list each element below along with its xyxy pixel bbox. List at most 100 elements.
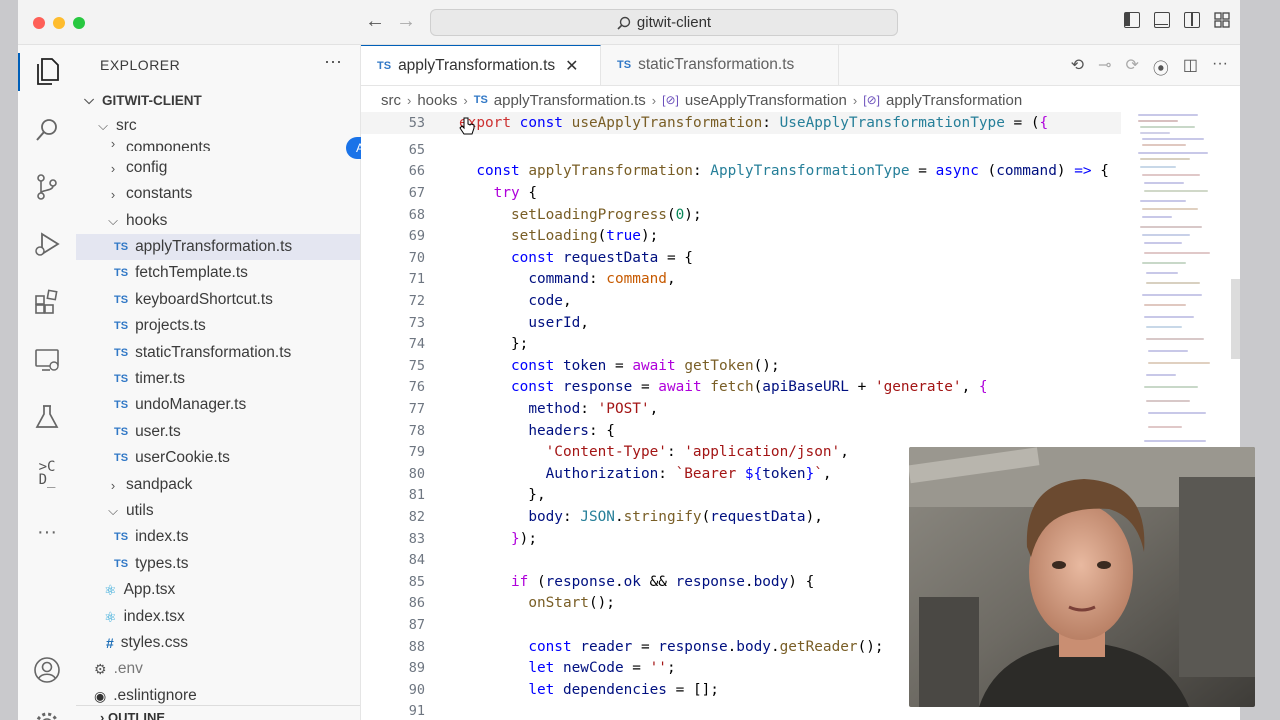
code-line[interactable]: 86 onStart (); — [361, 593, 615, 615]
breadcrumb-item[interactable]: applyTransformation.ts — [494, 92, 646, 109]
folder-components[interactable]: › components — [76, 129, 360, 151]
timeline-icon[interactable]: ⦿ — [1153, 55, 1169, 79]
tab-staticTransformation[interactable]: TS staticTransformation.ts — [601, 45, 839, 85]
sticky-scroll-line[interactable]: 53 export const useApplyTransformation: U… — [361, 112, 1121, 134]
back-arrow-icon[interactable]: ← — [365, 10, 385, 33]
code-line[interactable]: 84 — [361, 549, 459, 571]
customize-layout-icon[interactable] — [1214, 12, 1230, 28]
code-line[interactable]: 68 setLoadingProgress(0); — [361, 204, 702, 226]
file-user[interactable]: TS user.ts — [76, 419, 360, 445]
command-center-search[interactable]: gitwit-client — [430, 9, 898, 36]
code-line[interactable]: 91 — [361, 701, 459, 720]
file-styles-css[interactable]: # styles.css — [76, 630, 360, 656]
code-line[interactable]: 65 — [361, 139, 459, 161]
run-debug-icon[interactable] — [32, 229, 62, 259]
remote-explorer-icon[interactable] — [32, 345, 62, 375]
line-number: 73 — [408, 314, 425, 331]
file-userCookie[interactable]: TS userCookie.ts — [76, 445, 360, 471]
explorer-icon[interactable] — [18, 53, 62, 91]
code-line[interactable]: 66 const applyTransformation: ApplyTrans… — [361, 161, 1109, 183]
code-line[interactable]: 82 body: JSON. stringify(requestData), — [361, 506, 823, 528]
project-root-label: GITWIT-CLIENT — [102, 92, 202, 108]
file-applyTransformation[interactable]: TS applyTransformation.ts — [76, 234, 360, 260]
typescript-file-icon: TS — [114, 558, 129, 570]
breadcrumb-item[interactable]: applyTransformation — [886, 92, 1022, 109]
file-fetchTemplate[interactable]: TS fetchTemplate.ts — [76, 260, 360, 286]
folder-sandpack[interactable]: › sandpack — [76, 472, 360, 498]
code-line[interactable]: 74 }; — [361, 333, 529, 355]
more-views-icon[interactable]: ··· — [32, 517, 62, 547]
line-number: 71 — [408, 271, 425, 288]
breadcrumb-item[interactable]: hooks — [417, 92, 457, 109]
tree-item-label: types.ts — [135, 555, 189, 572]
codesandbox-icon[interactable]: >C D_ — [32, 459, 62, 489]
file-utils-types[interactable]: TS types.ts — [76, 551, 360, 577]
code-line[interactable]: 71 command: command, — [361, 269, 676, 291]
folder-utils[interactable]: ⌵ utils — [76, 498, 360, 524]
testing-flask-icon[interactable] — [32, 402, 62, 432]
toggle-secondary-sidebar-icon[interactable] — [1184, 12, 1200, 28]
search-icon[interactable] — [32, 115, 62, 145]
code-line[interactable]: 76 const response = await fetch(apiBaseU… — [361, 377, 988, 399]
toggle-sidebar-icon[interactable] — [1124, 12, 1140, 28]
open-changes-icon[interactable]: ⟲ — [1071, 55, 1084, 79]
code-line[interactable]: 77 method: 'POST', — [361, 398, 659, 420]
toggle-panel-icon[interactable] — [1154, 12, 1170, 28]
code-line[interactable]: 73 userId, — [361, 312, 589, 334]
code-line[interactable]: 70 const requestData = { — [361, 247, 693, 269]
close-tab-icon[interactable]: ✕ — [565, 56, 578, 76]
extensions-icon[interactable] — [32, 287, 62, 317]
code-line[interactable]: 83 }); — [361, 528, 537, 550]
explorer-more-actions-button[interactable]: ··· — [324, 51, 342, 72]
line-number: 87 — [408, 616, 425, 633]
tree-item-label: timer.ts — [135, 370, 186, 387]
hand-cursor-icon — [459, 117, 475, 135]
previous-change-icon[interactable]: ⊸ — [1098, 55, 1111, 79]
code-line[interactable]: 89 let newCode = ''; — [361, 657, 676, 679]
code-line[interactable]: 78 headers: { — [361, 420, 615, 442]
file-index-tsx[interactable]: ⚛ index.tsx — [76, 604, 360, 630]
code-line[interactable]: 87 — [361, 614, 459, 636]
file-undoManager[interactable]: TS undoManager.ts — [76, 392, 360, 418]
file-env[interactable]: ⚙ .env — [76, 656, 360, 682]
manage-gear-icon[interactable] — [32, 709, 62, 720]
code-line[interactable]: 80 Authorization: `Bearer ${token} `, — [361, 463, 832, 485]
folder-hooks[interactable]: ⌵ hooks — [76, 208, 360, 234]
folder-constants[interactable]: › constants — [76, 181, 360, 207]
typescript-file-icon: TS — [377, 59, 392, 72]
account-icon[interactable] — [32, 655, 62, 685]
file-projects[interactable]: TS projects.ts — [76, 313, 360, 339]
folder-config[interactable]: › config — [76, 155, 360, 181]
close-window-button[interactable] — [33, 17, 45, 29]
breadcrumb-item[interactable]: useApplyTransformation — [685, 92, 847, 109]
code-line[interactable]: 88 const reader = response. body. getReade… — [361, 636, 884, 658]
split-editor-icon[interactable]: ◫ — [1183, 55, 1198, 79]
code-line[interactable]: 69 setLoading(true); — [361, 225, 659, 247]
file-staticTransformation[interactable]: TS staticTransformation.ts — [76, 340, 360, 366]
maximize-window-button[interactable] — [73, 17, 85, 29]
more-actions-icon[interactable]: ··· — [1212, 55, 1228, 79]
minimize-window-button[interactable] — [53, 17, 65, 29]
source-control-icon[interactable] — [32, 172, 62, 202]
file-App-tsx[interactable]: ⚛ App.tsx — [76, 577, 360, 603]
code-line[interactable]: 81 }, — [361, 485, 546, 507]
forward-arrow-icon[interactable]: → — [396, 10, 416, 33]
code-line[interactable]: 90 let dependencies = []; — [361, 679, 719, 701]
next-change-icon[interactable]: ⟳ — [1125, 55, 1138, 79]
code-line[interactable]: 85 if (response. ok && response. body) { — [361, 571, 815, 593]
file-utils-index[interactable]: TS index.ts — [76, 524, 360, 550]
code-line[interactable]: 75 const token = await getToken (); — [361, 355, 780, 377]
typescript-file-icon: TS — [114, 347, 129, 359]
code-line[interactable]: 79 'Content-Type': 'application/json', — [361, 441, 849, 463]
code-line[interactable]: 67 try { — [361, 182, 537, 204]
breadcrumb-item[interactable]: src — [381, 92, 401, 109]
file-keyboardShortcut[interactable]: TS keyboardShortcut.ts — [76, 287, 360, 313]
code-line[interactable]: 72 code, — [361, 290, 572, 312]
editor-scrollbar-thumb[interactable] — [1231, 279, 1240, 359]
outline-section-header[interactable]: › OUTLINE — [76, 705, 360, 720]
line-number: 53 — [408, 114, 425, 131]
file-timer[interactable]: TS timer.ts — [76, 366, 360, 392]
presenter-video-image — [909, 447, 1255, 707]
project-root-folder[interactable]: ⌵ GITWIT-CLIENT — [76, 87, 360, 113]
tab-applyTransformation[interactable]: TS applyTransformation.ts ✕ — [361, 45, 601, 85]
